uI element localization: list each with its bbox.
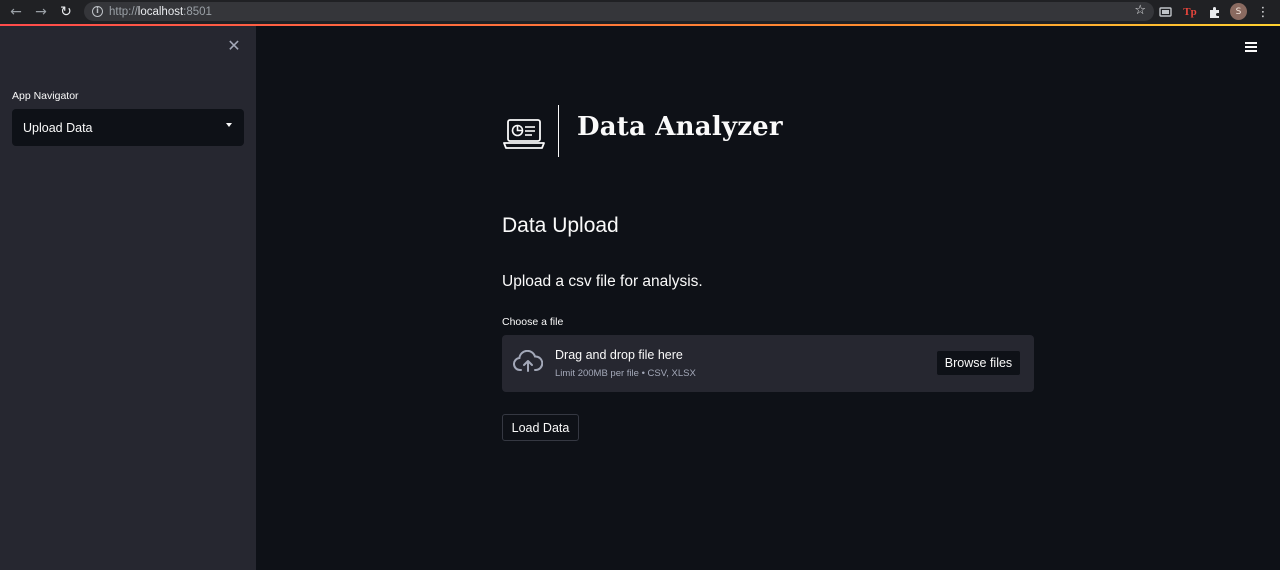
logo-divider (558, 105, 559, 157)
file-dropzone[interactable]: Drag and drop file here Limit 200MB per … (502, 335, 1034, 392)
browser-toolbar: ← → ↻ i http://localhost:8501 ☆ Tp S ⋮ (0, 0, 1280, 24)
app-navigator-label: App Navigator (12, 90, 79, 102)
laptop-chart-logo-icon (503, 119, 545, 149)
browse-files-button[interactable]: Browse files (936, 350, 1021, 376)
browser-menu-icon[interactable]: ⋮ (1254, 3, 1272, 21)
main-content: Data Analyzer Data Upload Upload a csv f… (256, 26, 1280, 570)
hamburger-menu-icon[interactable] (1245, 42, 1257, 52)
chevron-down-icon (226, 123, 232, 127)
close-sidebar-icon[interactable]: ✕ (226, 38, 242, 54)
address-bar[interactable]: i http://localhost:8501 ☆ (84, 2, 1154, 21)
back-button[interactable]: ← (4, 1, 28, 23)
cloud-upload-icon (513, 350, 543, 372)
forward-button[interactable]: → (29, 1, 53, 23)
cast-icon[interactable] (1156, 3, 1174, 21)
file-uploader-label: Choose a file (502, 316, 564, 328)
sidebar: ✕ App Navigator Upload Data (0, 26, 256, 570)
select-value: Upload Data (23, 120, 93, 135)
info-icon[interactable]: i (92, 6, 103, 17)
page-subtitle: Upload a csv file for analysis. (502, 273, 703, 290)
page-heading: Data Upload (502, 214, 619, 237)
profile-avatar[interactable]: S (1230, 3, 1247, 20)
bookmark-star-icon[interactable]: ☆ (1134, 3, 1146, 18)
app-title: Data Analyzer (577, 112, 783, 142)
url-text: http://localhost:8501 (109, 5, 212, 18)
dropzone-limit-text: Limit 200MB per file • CSV, XLSX (555, 368, 696, 379)
tp-extension-icon[interactable]: Tp (1181, 3, 1199, 21)
load-data-button[interactable]: Load Data (502, 414, 579, 441)
reload-button[interactable]: ↻ (54, 1, 78, 23)
app-navigator-select[interactable]: Upload Data (12, 109, 244, 146)
dropzone-title: Drag and drop file here (555, 348, 683, 362)
extensions-puzzle-icon[interactable] (1205, 3, 1223, 21)
